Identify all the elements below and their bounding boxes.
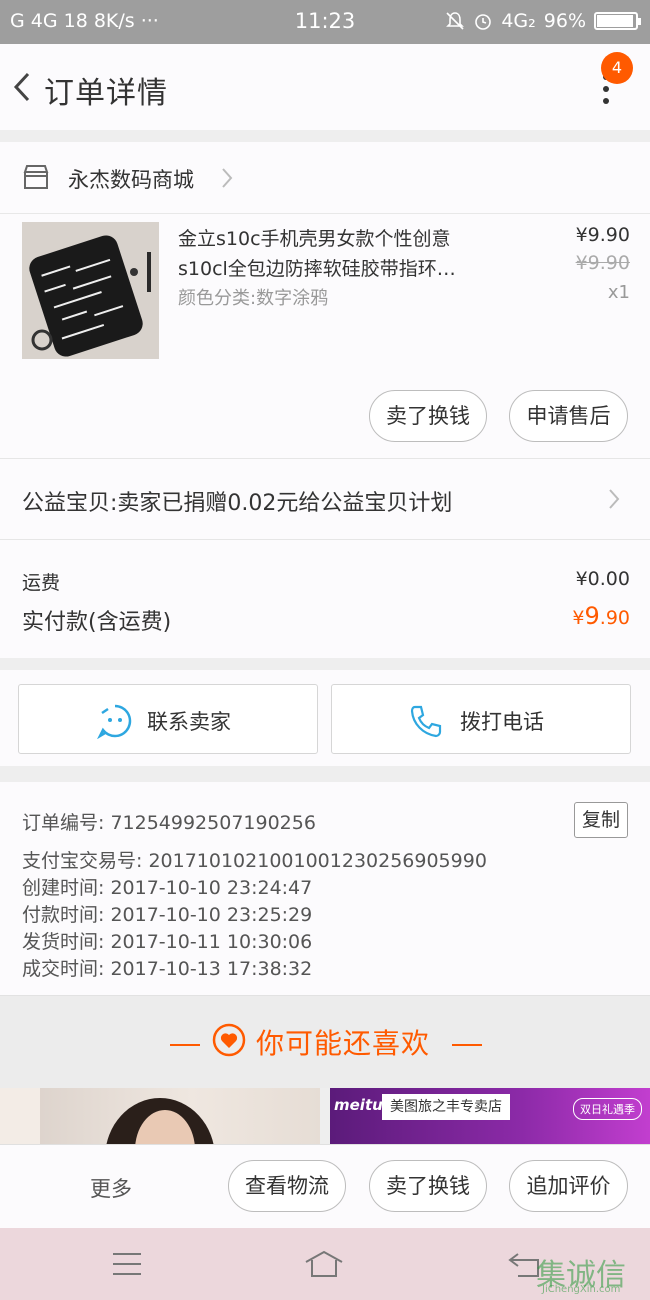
divider-right — [452, 1044, 482, 1046]
home-icon[interactable] — [304, 1248, 344, 1280]
watermark-logo: 集诚信 JiChengXin.com — [536, 1250, 646, 1298]
network-label: 4G₂ — [501, 10, 536, 32]
charity-text: 公益宝贝:卖家已捐赠0.02元给公益宝贝计划 — [22, 491, 453, 516]
add-review-button[interactable]: 追加评价 — [509, 1160, 628, 1212]
store-icon — [23, 165, 49, 189]
phone-icon — [410, 705, 442, 738]
model-photo — [0, 1088, 214, 1144]
copy-button[interactable]: 复制 — [574, 802, 628, 838]
recommend-header: 你可能还喜欢 — [0, 996, 650, 1088]
nav-bar: 订单详情 4 — [0, 44, 650, 130]
meitu-logo: meitu — [334, 1096, 383, 1114]
mute-icon — [446, 12, 465, 30]
charity-row[interactable]: 公益宝贝:卖家已捐赠0.02元给公益宝贝计划 — [0, 458, 650, 540]
alarm-icon — [475, 14, 492, 30]
battery-icon — [594, 12, 641, 30]
product-title-line2[interactable]: s10cl全包边防摔软硅胶带指环… — [178, 254, 508, 284]
call-phone-button[interactable]: 拨打电话 — [331, 684, 631, 754]
shop-row[interactable]: 永杰数码商城 — [0, 142, 650, 214]
chevron-right-icon — [222, 168, 233, 188]
view-logistics-button[interactable]: 查看物流 — [228, 1160, 346, 1212]
product-sku: 颜色分类:数字涂鸦 — [178, 288, 329, 309]
price-summary: 运费 ¥0.00 实付款(含运费) ¥9.90 — [0, 540, 650, 658]
page-title: 订单详情 — [44, 76, 168, 111]
sell-for-cash-bottom-button[interactable]: 卖了换钱 — [369, 1160, 487, 1212]
call-phone-label: 拨打电话 — [460, 710, 544, 734]
shipped-time: 发货时间: 2017-10-11 10:30:06 — [22, 931, 313, 953]
menu-icon[interactable] — [107, 1248, 147, 1280]
chat-face-icon — [97, 704, 132, 739]
contact-section: 联系卖家 拨打电话 — [0, 670, 650, 766]
back-arrow-icon[interactable] — [8, 64, 38, 110]
paid-integer: 9 — [584, 602, 600, 630]
watermark-en: JiChengXin.com — [542, 1284, 621, 1295]
bottom-action-bar: 更多 查看物流 卖了换钱 追加评价 — [0, 1144, 650, 1228]
paid-currency: ¥ — [572, 607, 585, 629]
paid-value: ¥9.90 — [572, 602, 630, 630]
product-quantity: x1 — [607, 282, 630, 303]
chevron-right-icon — [609, 489, 620, 509]
promo-shop-name: 美图旅之丰专卖店 — [382, 1094, 510, 1120]
recommend-item-right[interactable]: meitu 美图旅之丰专卖店 双日礼遇季 — [330, 1088, 650, 1144]
recommend-title: 你可能还喜欢 — [256, 1027, 431, 1060]
promo-tag: 双日礼遇季 — [573, 1098, 642, 1120]
shipping-value: ¥0.00 — [575, 568, 630, 590]
order-number: 订单编号: 71254992507190256 — [22, 812, 316, 834]
completed-time: 成交时间: 2017-10-13 17:38:32 — [22, 958, 313, 980]
contact-seller-button[interactable]: 联系卖家 — [18, 684, 318, 754]
phone-case-image — [22, 222, 159, 359]
shop-name: 永杰数码商城 — [68, 168, 194, 192]
created-time: 创建时间: 2017-10-10 23:24:47 — [22, 877, 313, 899]
status-bar: G 4G 18 8K/s ··· 11:23 4G₂ 96% — [0, 0, 650, 44]
paid-label: 实付款(含运费) — [22, 610, 172, 635]
sell-for-cash-button[interactable]: 卖了换钱 — [369, 390, 487, 442]
battery-percent: 96% — [543, 10, 586, 32]
paid-time: 付款时间: 2017-10-10 23:25:29 — [22, 904, 313, 926]
alipay-trade-number: 支付宝交易号: 2017101021001001230256905990 — [22, 850, 487, 872]
product-thumbnail[interactable] — [22, 222, 159, 359]
message-count-badge: 4 — [601, 52, 633, 84]
heart-icon — [212, 1023, 246, 1057]
status-right: 4G₂ 96% — [445, 10, 641, 32]
product-title-line1[interactable]: 金立s10c手机壳男女款个性创意 — [178, 224, 508, 254]
product-original-price: ¥9.90 — [575, 252, 630, 274]
recommend-item-left[interactable] — [0, 1088, 320, 1144]
contact-seller-label: 联系卖家 — [147, 710, 231, 734]
paid-decimal: .90 — [599, 607, 630, 629]
divider-left — [170, 1044, 200, 1046]
after-sale-button[interactable]: 申请售后 — [509, 390, 628, 442]
shipping-label: 运费 — [22, 572, 61, 594]
order-info: 订单编号: 71254992507190256 复制 支付宝交易号: 20171… — [0, 782, 650, 996]
product-price: ¥9.90 — [575, 224, 630, 246]
order-item: 金立s10c手机壳男女款个性创意 s10cl全包边防摔软硅胶带指环… 颜色分类:… — [0, 214, 650, 458]
more-actions-button[interactable]: 更多 — [90, 1173, 132, 1203]
